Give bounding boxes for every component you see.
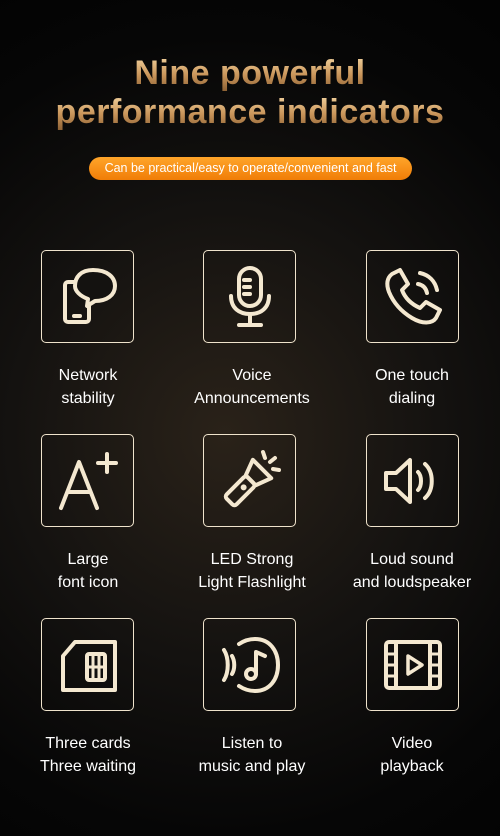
label-one-touch-dialing: One touch dialing — [375, 367, 449, 407]
label-music: Listen to music and play — [198, 735, 306, 775]
label-voice-announcements: Voice Announcements — [194, 367, 310, 407]
video-icon — [383, 639, 442, 690]
microphone-icon — [228, 265, 271, 327]
label-three-cards: Three cards Three waiting — [39, 735, 137, 775]
feature-loud-speaker — [366, 434, 459, 527]
feature-large-font — [41, 434, 134, 527]
speaker-icon — [383, 457, 434, 504]
label-large-font: Large font icon — [57, 551, 119, 591]
feature-music — [203, 618, 296, 711]
label-network-stability: Network stability — [58, 367, 118, 407]
feature-network-stability — [41, 250, 134, 343]
label-video-playback: Video playback — [380, 735, 444, 775]
feature-led-flashlight — [203, 434, 296, 527]
title-line-2: performance indicators — [0, 93, 500, 131]
sim-card-icon — [60, 639, 117, 692]
feature-video-playback — [366, 618, 459, 711]
music-icon — [221, 636, 280, 693]
title-line-1: Nine powerful — [0, 54, 500, 92]
network-stability-icon — [62, 267, 117, 324]
feature-three-cards — [41, 618, 134, 711]
phone-icon — [384, 267, 442, 324]
large-font-icon — [58, 451, 118, 510]
feature-voice-announcements — [203, 250, 296, 343]
flashlight-icon — [223, 449, 281, 507]
subtitle-badge: Can be practical/easy to operate/conveni… — [89, 157, 412, 180]
label-loud-speaker: Loud sound and loudspeaker — [352, 551, 472, 591]
label-led-flashlight: LED Strong Light Flashlight — [198, 551, 306, 591]
feature-one-touch-dialing — [366, 250, 459, 343]
